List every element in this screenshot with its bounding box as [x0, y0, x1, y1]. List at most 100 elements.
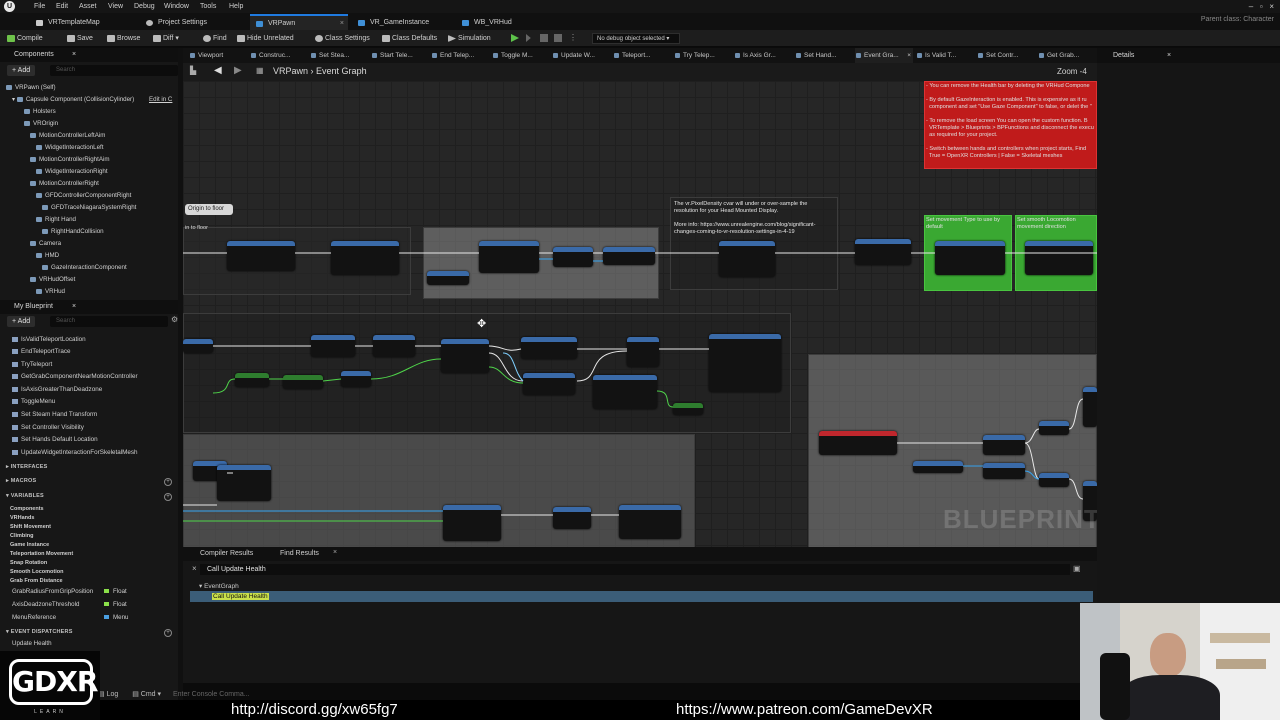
function-item[interactable]: Set Steam Hand Transform — [12, 409, 97, 421]
function-item[interactable]: IsValidTeleportLocation — [12, 334, 86, 346]
pause-icon[interactable] — [554, 34, 562, 42]
add-dispatcher-icon[interactable]: + — [164, 629, 172, 637]
tree-item[interactable]: Camera — [30, 238, 61, 250]
tree-item[interactable]: GFDControllerComponentRight — [36, 190, 131, 202]
tree-item[interactable]: WidgetInteractionLeft — [36, 142, 103, 154]
function-item[interactable]: TryTeleport — [12, 359, 52, 371]
tab-vrtemplatemap[interactable]: VRTemplateMap — [30, 14, 135, 30]
graph-tab[interactable]: Update W... — [552, 48, 595, 63]
binoculars-icon[interactable]: ▣ — [1073, 564, 1081, 573]
add-component-button[interactable]: + Add — [7, 65, 36, 76]
debug-object-select[interactable]: No debug object selected ▾ — [592, 33, 680, 44]
variable-category[interactable]: Smooth Locomotion — [10, 569, 63, 575]
menu-help[interactable]: Help — [229, 0, 243, 13]
macros-section[interactable]: ▸ MACROS — [6, 478, 36, 484]
step-icon[interactable] — [526, 34, 531, 42]
interfaces-section[interactable]: ▸ INTERFACES — [6, 464, 48, 470]
menu-tools[interactable]: Tools — [200, 0, 216, 13]
tab-vrpawn[interactable]: VRPawn × — [250, 14, 348, 30]
graph-tab[interactable]: Set Contr... — [977, 48, 1019, 63]
close-icon[interactable]: × — [907, 48, 911, 63]
variable-category[interactable]: Teleportation Movement — [10, 551, 73, 557]
graph-tab[interactable]: Is Valid T... — [916, 48, 956, 63]
graph-tab[interactable]: Toggle M... — [492, 48, 533, 63]
tree-item[interactable]: GazeInteractionComponent — [42, 262, 127, 274]
tree-item[interactable]: RightHandCollision — [42, 226, 104, 238]
graph-tab[interactable]: Set Stea... — [310, 48, 349, 63]
function-item[interactable]: GetGrabComponentNearMotionController — [12, 371, 138, 383]
tree-item[interactable]: GFDTraceNiagaraSystemRight — [42, 202, 136, 214]
menu-view[interactable]: View — [108, 0, 123, 13]
find-results-search-input[interactable]: Call Update Health — [200, 564, 1070, 575]
function-item[interactable]: IsAxisGreaterThanDeadzone — [12, 384, 102, 396]
tab-compiler-results[interactable]: Compiler Results — [187, 547, 253, 561]
tree-item[interactable]: Right Hand — [36, 214, 76, 226]
class-settings-button[interactable]: Class Settings — [314, 30, 370, 47]
components-search-input[interactable]: Search — [50, 65, 178, 76]
output-log-button[interactable]: ▤ Log — [98, 691, 118, 698]
tree-item-capsule[interactable]: ▾ Capsule Component (CollisionCylinder) E… — [12, 94, 176, 106]
variable-category[interactable]: VRHands — [10, 515, 34, 521]
close-icon[interactable]: × — [192, 564, 197, 573]
variable-category[interactable]: Components — [10, 506, 44, 512]
close-icon[interactable]: × — [72, 300, 76, 314]
result-item[interactable]: Call Update Health — [190, 591, 1093, 602]
close-icon[interactable]: × — [333, 549, 337, 556]
save-button[interactable]: Save — [66, 30, 93, 47]
graph-tab[interactable]: End Telep... — [431, 48, 474, 63]
diff-button[interactable]: Diff ▾ — [152, 30, 179, 47]
tree-item[interactable]: VRHud — [36, 286, 65, 298]
variables-section[interactable]: ▾ VARIABLES — [6, 493, 44, 499]
console-input[interactable]: Enter Console Comma... — [173, 691, 250, 698]
menu-edit[interactable]: Edit — [56, 0, 68, 13]
breadcrumb-root[interactable]: VRPawn — [273, 66, 308, 76]
tree-item[interactable]: MotionControllerLeftAim — [30, 130, 105, 142]
menu-file[interactable]: File — [34, 0, 45, 13]
close-icon[interactable]: × — [1167, 48, 1171, 63]
variable-type[interactable]: Menu — [104, 614, 128, 621]
tree-item[interactable]: Holsters — [24, 106, 56, 118]
minimize-icon[interactable]: – — [1249, 2, 1253, 11]
tab-event-graph[interactable]: Event Gra... × — [855, 48, 913, 63]
tab-find-results[interactable]: Find Results — [267, 547, 319, 561]
forward-arrow-icon[interactable]: ▶ — [234, 65, 242, 76]
event-dispatchers-section[interactable]: ▾ EVENT DISPATCHERS — [6, 629, 73, 635]
function-item[interactable]: Set Controller Visibility — [12, 422, 84, 434]
tree-item[interactable]: MotionControllerRight — [30, 178, 99, 190]
graph-home-icon[interactable]: ▙ — [190, 66, 196, 75]
browse-button[interactable]: Browse — [106, 30, 140, 47]
dispatcher-item[interactable]: Update Health — [12, 640, 52, 647]
variable-category[interactable]: Grab From Distance — [10, 578, 63, 584]
menu-asset[interactable]: Asset — [79, 0, 97, 13]
my-blueprint-search-input[interactable]: Search — [50, 316, 168, 327]
variable-type[interactable]: Float — [104, 588, 127, 595]
graph-tab[interactable]: Teleport... — [613, 48, 651, 63]
maximize-icon[interactable]: ▫ — [1260, 2, 1263, 11]
tree-item[interactable]: HMD — [36, 250, 59, 262]
stop-icon[interactable] — [540, 34, 548, 42]
tree-item[interactable]: MotionControllerRightAim — [30, 154, 110, 166]
variable-item[interactable]: AxisDeadzoneThreshold Float — [12, 601, 127, 608]
compile-button[interactable]: Compile — [6, 30, 43, 47]
event-graph-canvas[interactable]: - You can remove the Health bar by delet… — [183, 81, 1097, 547]
function-item[interactable]: ToggleMenu — [12, 396, 55, 408]
tab-construction[interactable]: Construc... — [250, 48, 290, 63]
add-member-button[interactable]: + Add — [7, 316, 36, 327]
tree-item[interactable]: VROrigin — [24, 118, 58, 130]
variable-item[interactable]: GrabRadiusFromGripPosition Float — [12, 588, 127, 595]
menu-debug[interactable]: Debug — [134, 0, 155, 13]
cmd-button[interactable]: ▤ Cmd ▾ — [132, 691, 161, 698]
simulation-button[interactable]: Simulation — [447, 30, 491, 47]
result-group[interactable]: ▾ EventGraph — [199, 582, 239, 590]
variable-item[interactable]: MenuReference Menu — [12, 614, 128, 621]
tab-vr-gameinstance[interactable]: VR_GameInstance — [352, 14, 452, 30]
variable-category[interactable]: Shift Movement — [10, 524, 51, 530]
graph-tab[interactable]: Set Hand... — [795, 48, 837, 63]
unreal-logo-icon[interactable]: U — [4, 1, 15, 12]
menu-window[interactable]: Window — [164, 0, 189, 13]
variable-category[interactable]: Game Instance — [10, 542, 49, 548]
graph-tab[interactable]: Is Axis Gr... — [734, 48, 776, 63]
add-macro-icon[interactable]: + — [164, 478, 172, 486]
function-item[interactable]: Set Hands Default Location — [12, 434, 98, 446]
variable-type[interactable]: Float — [104, 601, 127, 608]
